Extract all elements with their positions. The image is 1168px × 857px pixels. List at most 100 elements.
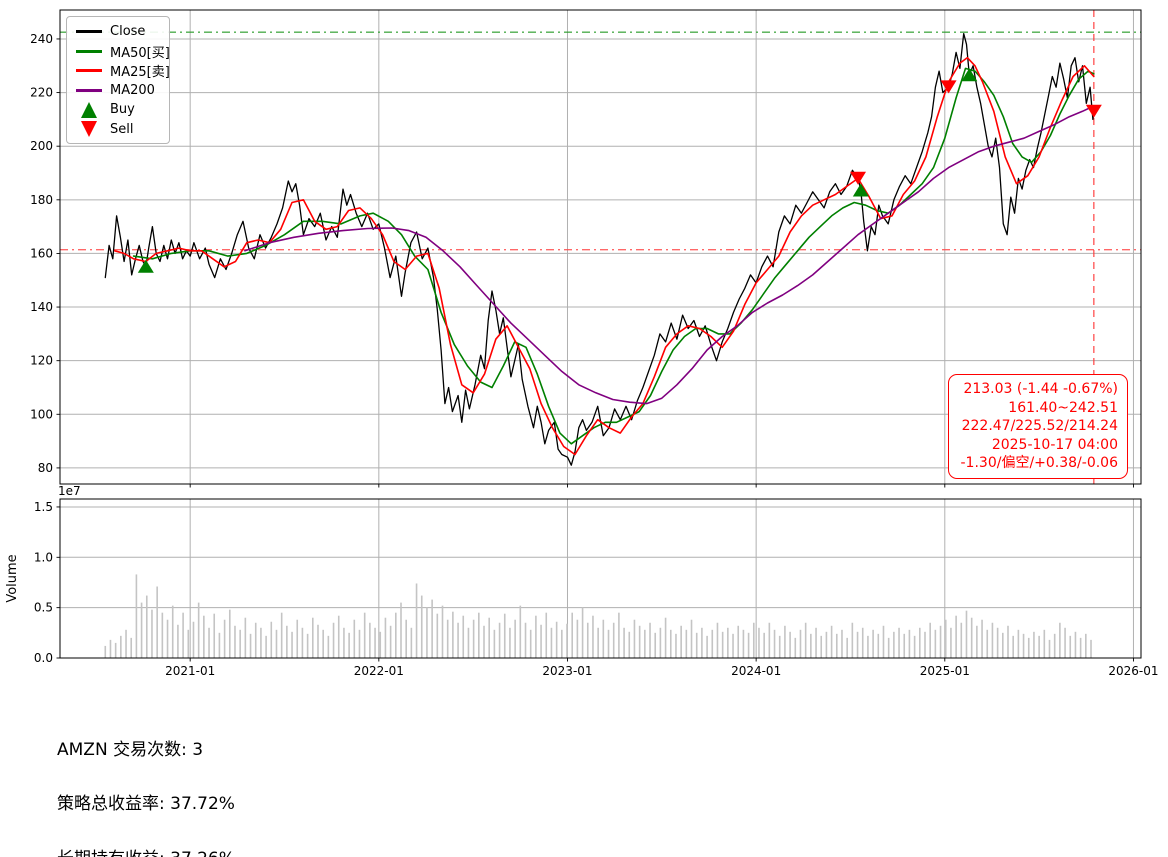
volume-bar (193, 622, 195, 658)
volume-bar (1064, 628, 1066, 658)
volume-bar (820, 636, 822, 658)
volume-bar (831, 626, 833, 658)
volume-bar (909, 630, 911, 658)
volume-bar (535, 616, 537, 658)
ma200-line (245, 106, 1094, 404)
volume-bar (354, 620, 356, 658)
volume-bar (644, 630, 646, 658)
legend-item: MA50[买] (74, 42, 161, 62)
volume-bar (255, 623, 257, 658)
volume-bar (162, 613, 164, 658)
volume-bar (374, 628, 376, 658)
volume-bar (483, 626, 485, 658)
volume-bar (291, 632, 293, 658)
volume-bar (992, 623, 994, 658)
volume-bar (338, 616, 340, 658)
volume-bar (758, 628, 760, 658)
volume-bar (120, 636, 122, 658)
volume-bar (883, 626, 885, 658)
legend-line-swatch (74, 69, 104, 72)
volume-bar (411, 628, 413, 658)
line-swatch (76, 69, 102, 72)
volume-bar (654, 633, 656, 658)
volume-bar (597, 628, 599, 658)
volume-bar (177, 625, 179, 658)
legend-item-label: MA50[买] (110, 42, 170, 61)
volume-bar (1059, 623, 1061, 658)
volume-bar (852, 623, 854, 658)
volume-bar (696, 633, 698, 658)
volume-bar (753, 623, 755, 658)
volume-bar (1080, 638, 1082, 658)
volume-bar (198, 603, 200, 658)
x-tick-label: 2026-01 (1108, 664, 1158, 678)
volume-bar (940, 626, 942, 658)
volume-bar (566, 624, 568, 658)
volume-bar (1018, 630, 1020, 658)
volume-bar (1028, 638, 1030, 658)
volume-bar (504, 614, 506, 658)
volume-bar (203, 616, 205, 658)
volume-bar (348, 633, 350, 658)
volume-bar (846, 638, 848, 658)
volume-bar (141, 603, 143, 658)
volume-bar (800, 630, 802, 658)
volume-bar (328, 636, 330, 658)
y-tick-label: 160 (30, 246, 53, 260)
volume-bar (815, 628, 817, 658)
volume-bar (343, 628, 345, 658)
stats-trade-count: AMZN 交易次数: 3 (57, 741, 607, 759)
y-tick-label: 220 (30, 86, 53, 100)
y-tick-label: 200 (30, 139, 53, 153)
volume-bar (1044, 630, 1046, 658)
volume-bar (877, 634, 879, 658)
volume-bar (784, 626, 786, 658)
volume-bar (400, 603, 402, 658)
x-tick-label: 2024-01 (731, 664, 781, 678)
volume-bar (172, 606, 174, 658)
volume-bar (810, 634, 812, 658)
legend-item-label: Buy (110, 102, 135, 117)
volume-bar (405, 620, 407, 658)
volume-bar (525, 623, 527, 658)
volume-bar (613, 623, 615, 658)
volume-bar (945, 620, 947, 658)
volume-bar (794, 638, 796, 658)
x-tick-label: 2025-01 (920, 664, 970, 678)
y-tick-label: 180 (30, 193, 53, 207)
volume-bar (976, 626, 978, 658)
volume-bar (187, 630, 189, 658)
volume-bar (452, 612, 454, 658)
volume-bar (457, 623, 459, 658)
volume-bar (966, 611, 968, 658)
volume-bar (1054, 634, 1056, 658)
volume-bar (110, 640, 112, 658)
volume-bar (670, 630, 672, 658)
volume-bar (924, 632, 926, 658)
volume-bar (530, 630, 532, 658)
volume-bar (219, 633, 221, 658)
volume-bar (468, 628, 470, 658)
volume-bar (893, 632, 895, 658)
volume-bar (888, 638, 890, 658)
volume-bar (898, 628, 900, 658)
legend-items: CloseMA50[买]MA25[卖]MA200BuySell (74, 22, 161, 139)
line-swatch (76, 89, 102, 92)
volume-bar (213, 614, 215, 658)
volume-bar (748, 633, 750, 658)
volume-bar (841, 630, 843, 658)
volume-bar (727, 628, 729, 658)
line-swatch (76, 30, 102, 33)
x-tick-label: 2022-01 (354, 664, 404, 678)
legend-line-swatch (74, 30, 104, 33)
sell-marker (1086, 105, 1102, 118)
volume-bar (903, 634, 905, 658)
y-tick-label: 0.5 (34, 601, 53, 615)
volume-bar (857, 632, 859, 658)
volume-bar (270, 622, 272, 658)
volume-bar (691, 620, 693, 658)
volume-bar (265, 636, 267, 658)
volume-bar (478, 613, 480, 658)
y-tick-label: 0.0 (34, 651, 53, 665)
volume-bar (125, 630, 127, 658)
